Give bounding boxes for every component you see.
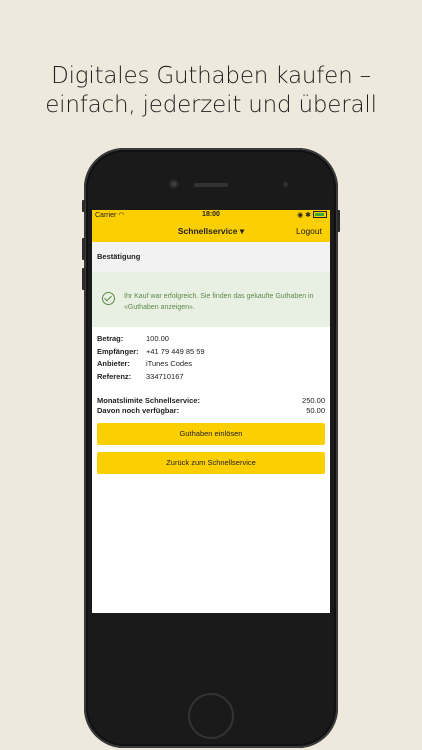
detail-label: Betrag:	[97, 334, 124, 343]
detail-label: Anbieter:	[97, 359, 130, 368]
limit-label: Monatslimite Schnellservice:	[97, 396, 200, 405]
detail-label: Referenz:	[97, 371, 132, 381]
phone-frame: Carrier ◠ 18:00 ◉ ✱ Schnellservice ▾ Log…	[82, 148, 340, 748]
battery-icon	[313, 211, 327, 218]
volume-up-button	[82, 238, 85, 260]
success-notice: Ihr Kauf war erfolgreich. Sie finden das…	[92, 272, 330, 327]
proximity-sensor	[283, 182, 288, 187]
available-value: 50.00	[306, 406, 325, 415]
transaction-details: Betrag: 100.00 Empfänger: +41 79 449 85 …	[92, 327, 330, 384]
available-row: Davon noch verfügbar: 50.00	[97, 406, 325, 416]
limit-row: Monatslimite Schnellservice: 250.00	[97, 396, 325, 406]
success-message: Ihr Kauf war erfolgreich. Sie finden das…	[124, 293, 314, 311]
limit-summary: Monatslimite Schnellservice: 250.00 Davo…	[92, 396, 330, 416]
detail-value: iTunes Codes	[146, 359, 192, 368]
detail-value: +41 79 449 85 59	[146, 346, 205, 356]
detail-row: Anbieter: iTunes Codes	[97, 359, 325, 372]
status-time: 18:00	[202, 211, 220, 218]
check-circle-icon	[102, 292, 115, 305]
volume-down-button	[82, 268, 85, 290]
caret-down-icon: ▾	[239, 226, 245, 236]
status-indicators: ◉ ✱	[297, 211, 327, 219]
detail-row: Referenz: 334710167	[97, 372, 325, 385]
lock-rotation-icon: ◉	[297, 212, 304, 219]
front-camera	[169, 179, 179, 189]
headline-line-1: Digitales Guthaben kaufen –	[51, 63, 371, 89]
power-button	[337, 210, 340, 232]
bluetooth-icon: ✱	[305, 212, 312, 219]
detail-value: 100.00	[146, 334, 169, 343]
back-to-schnellservice-button[interactable]: Zurück zum Schnellservice	[97, 452, 325, 474]
limit-value: 250.00	[302, 396, 325, 405]
detail-label: Empfänger:	[97, 346, 139, 356]
detail-row: Betrag: 100.00	[97, 334, 325, 347]
home-button[interactable]	[188, 693, 234, 739]
logout-button[interactable]: Logout	[296, 226, 322, 236]
headline-line-2: einfach, jederzeit und überall	[45, 92, 377, 118]
nav-bar: Schnellservice ▾ Logout	[92, 220, 330, 242]
status-bar: Carrier ◠ 18:00 ◉ ✱	[92, 210, 330, 220]
phone-screen: Carrier ◠ 18:00 ◉ ✱ Schnellservice ▾ Log…	[92, 210, 330, 613]
headline: Digitales Guthaben kaufen – einfach, jed…	[0, 62, 422, 120]
detail-value: 334710167	[146, 371, 184, 381]
available-label: Davon noch verfügbar:	[97, 406, 180, 415]
speaker-grille	[194, 183, 228, 187]
mute-switch	[82, 200, 85, 212]
section-title: Bestätigung	[92, 242, 330, 272]
nav-title-label: Schnellservice	[177, 226, 238, 236]
nav-title[interactable]: Schnellservice ▾	[92, 226, 330, 237]
redeem-credit-button[interactable]: Guthaben einlösen	[97, 423, 325, 445]
detail-row: Empfänger: +41 79 449 85 59	[97, 347, 325, 360]
